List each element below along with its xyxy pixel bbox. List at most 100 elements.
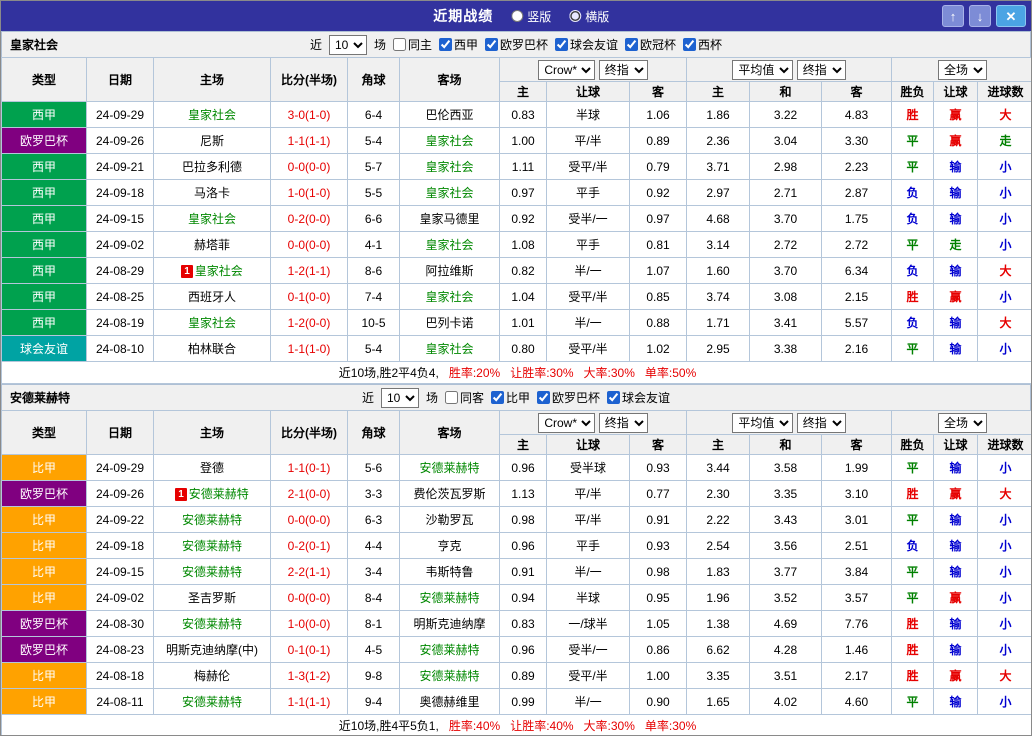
home-team-name[interactable]: 梅赫伦 — [194, 669, 230, 683]
layout-radio-vertical[interactable]: 竖版 — [511, 8, 551, 25]
home-team-name[interactable]: 皇家社会 — [188, 212, 236, 226]
away-team-name[interactable]: 奥德赫维里 — [419, 695, 479, 709]
home-team-name[interactable]: 皇家社会 — [188, 316, 236, 330]
subcol-odds-away: 客 — [630, 435, 687, 455]
away-team-name[interactable]: 皇家马德里 — [419, 212, 479, 226]
result-0: 平 — [892, 507, 934, 533]
league-filter-checkbox[interactable] — [625, 38, 638, 51]
league-filter-checkbox[interactable] — [439, 38, 452, 51]
league-filter-checkbox[interactable] — [537, 391, 550, 404]
home-team-name[interactable]: 尼斯 — [200, 134, 224, 148]
away-team-name[interactable]: 皇家社会 — [425, 134, 473, 148]
league-filter[interactable]: 欧罗巴杯 — [485, 36, 548, 53]
away-team-cell: 明斯克迪纳摩 — [400, 611, 500, 637]
away-team-name[interactable]: 皇家社会 — [425, 186, 473, 200]
away-team-name[interactable]: 韦斯特鲁 — [425, 565, 473, 579]
away-team-name[interactable]: 安德莱赫特 — [419, 643, 479, 657]
league-filter-group: 西甲欧罗巴杯球会友谊欧冠杯西杯 — [439, 36, 722, 53]
home-team-name[interactable]: 安德莱赫特 — [182, 565, 242, 579]
home-team-name[interactable]: 柏林联合 — [188, 342, 236, 356]
same-venue-checkbox[interactable] — [445, 391, 458, 404]
away-team-name[interactable]: 皇家社会 — [425, 160, 473, 174]
scope-select[interactable]: 全场 — [938, 60, 987, 80]
odds-stage-select[interactable]: 终指 — [599, 413, 648, 433]
away-team-name[interactable]: 阿拉维斯 — [425, 264, 473, 278]
match-row: 西甲24-08-291皇家社会1-2(1-1)8-6阿拉维斯0.82半/一1.0… — [2, 258, 1032, 284]
layout-radio-horizontal-input[interactable] — [569, 10, 581, 22]
home-team-name[interactable]: 马洛卡 — [194, 186, 230, 200]
recent-count-select[interactable]: 10 — [381, 388, 419, 408]
home-team-name[interactable]: 西班牙人 — [188, 290, 236, 304]
home-team-name[interactable]: 巴拉多利德 — [182, 160, 242, 174]
same-venue-checkbox[interactable] — [393, 38, 406, 51]
scroll-up-button[interactable]: ↑ — [942, 5, 964, 27]
league-filter[interactable]: 西甲 — [439, 36, 478, 53]
score-cell: 1-0(1-0) — [271, 180, 348, 206]
avg-select[interactable]: 平均值 — [732, 413, 793, 433]
same-venue-filter[interactable]: 同客 — [445, 389, 484, 406]
match-row: 比甲24-09-22安德莱赫特0-0(0-0)6-3沙勒罗瓦0.98平/半0.9… — [2, 507, 1032, 533]
league-filter-checkbox[interactable] — [485, 38, 498, 51]
league-filter[interactable]: 欧冠杯 — [625, 36, 676, 53]
close-button[interactable]: ✕ — [996, 5, 1026, 27]
scope-select[interactable]: 全场 — [938, 413, 987, 433]
away-team-name[interactable]: 皇家社会 — [425, 238, 473, 252]
bookmaker-select[interactable]: Crow* — [538, 60, 595, 80]
league-filter-checkbox[interactable] — [607, 391, 620, 404]
league-filter-checkbox[interactable] — [683, 38, 696, 51]
away-team-name[interactable]: 巴列卡诺 — [425, 316, 473, 330]
layout-radio-vertical-input[interactable] — [511, 10, 523, 22]
recent-count-select[interactable]: 10 — [329, 35, 367, 55]
away-team-name[interactable]: 明斯克迪纳摩 — [413, 617, 485, 631]
result-0: 平 — [892, 154, 934, 180]
home-team-name[interactable]: 皇家社会 — [188, 108, 236, 122]
layout-radio-horizontal[interactable]: 横版 — [569, 8, 609, 25]
league-filter[interactable]: 西杯 — [683, 36, 722, 53]
avg-odds-1: 4.28 — [750, 637, 822, 663]
away-team-name[interactable]: 安德莱赫特 — [419, 669, 479, 683]
away-team-name[interactable]: 安德莱赫特 — [419, 461, 479, 475]
home-team-name[interactable]: 赫塔菲 — [194, 238, 230, 252]
league-badge: 西甲 — [2, 206, 87, 232]
home-team-name[interactable]: 皇家社会 — [195, 264, 243, 278]
league-filter-checkbox[interactable] — [555, 38, 568, 51]
league-badge: 西甲 — [2, 154, 87, 180]
home-team-name[interactable]: 安德莱赫特 — [182, 617, 242, 631]
league-filter[interactable]: 比甲 — [491, 389, 530, 406]
home-team-name[interactable]: 安德莱赫特 — [182, 695, 242, 709]
subcol-odds-home: 主 — [500, 82, 547, 102]
scroll-down-button[interactable]: ↓ — [969, 5, 991, 27]
result-0: 胜 — [892, 663, 934, 689]
avg-select[interactable]: 平均值 — [732, 60, 793, 80]
result-1: 输 — [934, 258, 978, 284]
result-2: 小 — [978, 455, 1032, 481]
away-team-name[interactable]: 皇家社会 — [425, 342, 473, 356]
same-venue-filter[interactable]: 同主 — [393, 36, 432, 53]
avg-odds-0: 2.30 — [687, 481, 750, 507]
avg-stage-select[interactable]: 终指 — [797, 413, 846, 433]
away-team-cell: 安德莱赫特 — [400, 585, 500, 611]
away-team-name[interactable]: 亨克 — [437, 539, 461, 553]
odds-stage-select[interactable]: 终指 — [599, 60, 648, 80]
score-cell: 0-0(0-0) — [271, 507, 348, 533]
home-team-name[interactable]: 明斯克迪纳摩(中) — [166, 643, 258, 657]
away-team-name[interactable]: 皇家社会 — [425, 290, 473, 304]
away-team-name[interactable]: 安德莱赫特 — [419, 591, 479, 605]
away-team-name[interactable]: 沙勒罗瓦 — [425, 513, 473, 527]
home-team-name[interactable]: 安德莱赫特 — [182, 539, 242, 553]
handicap-odds-1: 平手 — [547, 232, 630, 258]
avg-stage-select[interactable]: 终指 — [797, 60, 846, 80]
corners-cell: 5-6 — [348, 455, 400, 481]
league-filter[interactable]: 球会友谊 — [607, 389, 670, 406]
home-team-name[interactable]: 登德 — [200, 461, 224, 475]
bookmaker-select[interactable]: Crow* — [538, 413, 595, 433]
league-filter[interactable]: 球会友谊 — [555, 36, 618, 53]
home-team-name[interactable]: 圣吉罗斯 — [188, 591, 236, 605]
home-team-name[interactable]: 安德莱赫特 — [189, 487, 249, 501]
league-filter[interactable]: 欧罗巴杯 — [537, 389, 600, 406]
away-team-name[interactable]: 费伦茨瓦罗斯 — [413, 487, 485, 501]
score-cell: 1-3(1-2) — [271, 663, 348, 689]
league-filter-checkbox[interactable] — [491, 391, 504, 404]
home-team-name[interactable]: 安德莱赫特 — [182, 513, 242, 527]
away-team-name[interactable]: 巴伦西亚 — [425, 108, 473, 122]
